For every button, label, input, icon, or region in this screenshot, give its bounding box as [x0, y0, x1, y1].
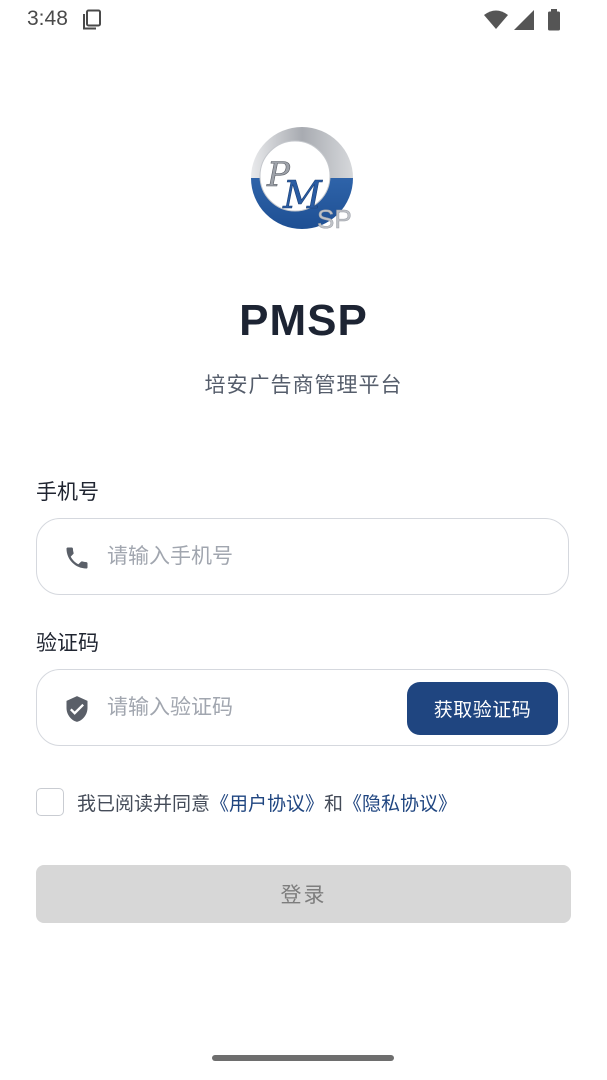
login-button[interactable]: 登录 — [36, 865, 571, 923]
phone-label: 手机号 — [36, 480, 99, 504]
screenshot-icon — [83, 9, 101, 30]
svg-text:SP: SP — [317, 204, 352, 234]
get-code-button[interactable]: 获取验证码 — [407, 682, 558, 735]
app-title: PMSP — [239, 296, 368, 345]
code-input[interactable] — [107, 684, 357, 730]
phone-field[interactable] — [36, 518, 569, 595]
agreement-prefix: 我已阅读并同意 — [77, 792, 211, 815]
wifi-icon — [484, 10, 508, 29]
status-time: 3:48 — [27, 7, 68, 30]
user-agreement-link[interactable]: 《用户协议》 — [210, 793, 324, 815]
pmsp-logo: P M SP — [251, 127, 353, 234]
agreement-text: 我已阅读并同意《用户协议》和《隐私协议》 — [77, 789, 457, 816]
home-indicator[interactable] — [212, 1055, 394, 1061]
battery-icon — [548, 9, 560, 31]
agreement-conjunction: 和 — [324, 792, 344, 815]
status-bar: 3:48 — [0, 0, 607, 40]
code-label: 验证码 — [36, 631, 99, 655]
app-subtitle: 培安广告商管理平台 — [204, 373, 403, 397]
agreement-checkbox[interactable] — [36, 788, 64, 816]
phone-input[interactable] — [107, 533, 407, 579]
signal-icon — [514, 10, 534, 30]
code-field[interactable]: 获取验证码 — [36, 669, 569, 746]
phone-icon — [66, 547, 88, 569]
agreement-row: 我已阅读并同意《用户协议》和《隐私协议》 — [36, 786, 457, 818]
privacy-policy-link[interactable]: 《隐私协议》 — [343, 793, 457, 815]
shield-check-icon — [66, 696, 88, 722]
